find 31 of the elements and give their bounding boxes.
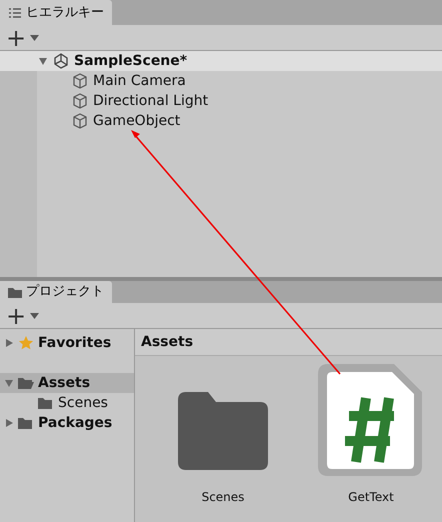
add-button[interactable]: + [4, 26, 28, 50]
breadcrumb[interactable]: Assets [135, 329, 442, 356]
collapsed-arrow-icon[interactable] [4, 418, 14, 428]
asset-name[interactable]: Scenes [202, 488, 244, 506]
sidebar-row[interactable]: Scenes [0, 393, 134, 413]
sidebar-row[interactable]: Packages [0, 413, 134, 433]
hierarchy-item[interactable]: Directional Light [93, 90, 208, 112]
expanded-arrow-icon[interactable] [4, 378, 14, 388]
panel-tab[interactable]: プロジェクト [0, 281, 112, 303]
hierarchy-item[interactable]: GameObject [93, 110, 180, 132]
list-icon [8, 6, 22, 18]
add-button[interactable]: + [4, 304, 28, 328]
asset-name[interactable]: GetText [348, 488, 394, 506]
sidebar-row[interactable]: Assets [0, 373, 134, 393]
folder-icon [178, 392, 268, 470]
open-folder-icon [18, 376, 34, 390]
star-icon [18, 335, 34, 351]
expanded-arrow-icon[interactable] [38, 56, 48, 66]
caret-icon [30, 34, 40, 40]
cube-icon [72, 73, 88, 89]
sidebar-row[interactable]: Favorites [0, 333, 134, 353]
panel-tab[interactable]: ヒエラルキー [0, 0, 112, 25]
collapsed-arrow-icon[interactable] [4, 338, 14, 348]
folder-icon [18, 416, 34, 430]
cube-icon [72, 113, 88, 129]
unity-logo-icon [53, 53, 69, 69]
folder-icon [38, 396, 54, 410]
folder-icon [8, 286, 22, 298]
hierarchy-item[interactable]: Main Camera [93, 70, 186, 92]
caret-icon [30, 312, 40, 318]
cube-icon [72, 93, 88, 109]
